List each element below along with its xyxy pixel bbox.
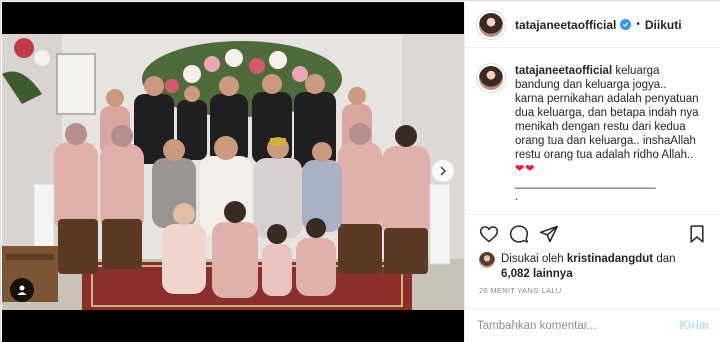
send-comment-button[interactable]: Kirim xyxy=(680,320,709,332)
author-username[interactable]: tatajaneetaofficial xyxy=(515,18,616,32)
like-button[interactable] xyxy=(479,224,501,246)
user-tag-button[interactable] xyxy=(10,278,34,302)
author-avatar[interactable] xyxy=(477,10,505,39)
likes-prefix: Disukai oleh xyxy=(501,253,564,265)
liker-username[interactable]: kristinadangdut xyxy=(567,253,653,265)
header-separator: • xyxy=(636,19,640,30)
heart-icon xyxy=(479,226,499,243)
caption-line: dua keluarga, dan betapa indah nya xyxy=(515,107,699,119)
post-media xyxy=(2,2,464,342)
likes-summary: Disukai oleh kristinadangdut dan 6,082 l… xyxy=(479,252,713,282)
user-tag-icon xyxy=(17,285,27,295)
bookmark-icon xyxy=(690,225,704,243)
likes-and: dan xyxy=(656,253,676,265)
comment-button[interactable] xyxy=(509,224,531,246)
chevron-right-icon xyxy=(440,166,447,176)
follow-status-button[interactable]: Diikuti xyxy=(645,18,682,32)
post-header: tatajaneetaofficial • Diikuti xyxy=(465,2,720,48)
actions-divider xyxy=(465,214,720,215)
comment-form: Kirim xyxy=(465,308,720,342)
caption-line: restu orang tua adalah ridho Allah.. xyxy=(515,149,694,161)
likes-text: Disukai oleh kristinadangdut dan 6,082 l… xyxy=(501,252,676,282)
liker-avatar[interactable] xyxy=(479,252,495,268)
caption-username[interactable]: tatajaneetaofficial xyxy=(515,65,612,77)
comment-input[interactable] xyxy=(477,319,680,332)
heart-emojis: ❤❤ xyxy=(515,163,536,175)
bookmark-button[interactable] xyxy=(687,224,709,246)
post-timestamp[interactable]: 26 MENIT YANG LALU xyxy=(479,286,562,295)
caption-text: tatajaneetaofficial keluarga bandung dan… xyxy=(515,64,709,204)
post-modal: tatajaneetaofficial • Diikuti tatajaneet… xyxy=(0,0,720,342)
comment-icon xyxy=(509,225,529,243)
post-sidebar: tatajaneetaofficial • Diikuti tatajaneet… xyxy=(464,2,720,342)
post-photo[interactable] xyxy=(2,34,464,310)
caption-first-line: tatajaneetaofficial keluarga xyxy=(515,64,709,78)
next-photo-button[interactable] xyxy=(432,160,454,182)
caption-line: bandung dan keluarga jogya.. xyxy=(515,79,667,91)
family-photo-illustration xyxy=(2,34,464,310)
share-icon xyxy=(539,225,559,243)
share-button[interactable] xyxy=(539,224,561,246)
action-bar xyxy=(479,224,709,246)
post-caption: tatajaneetaofficial keluarga bandung dan… xyxy=(477,64,713,204)
caption-line: keluarga xyxy=(615,65,660,77)
caption-line: karna pernikahan adalah penyatuan xyxy=(515,93,699,105)
caption-line: orang tua dan keluarga.. inshaAllah xyxy=(515,135,696,147)
verified-icon xyxy=(620,19,632,30)
caption-end: . xyxy=(515,191,519,203)
caption-underline: ______________________ xyxy=(515,177,656,189)
caption-avatar[interactable] xyxy=(477,64,505,92)
caption-line: menikah dengan restu dari kedua xyxy=(515,121,686,133)
likes-others-count[interactable]: 6,082 lainnya xyxy=(501,268,573,280)
